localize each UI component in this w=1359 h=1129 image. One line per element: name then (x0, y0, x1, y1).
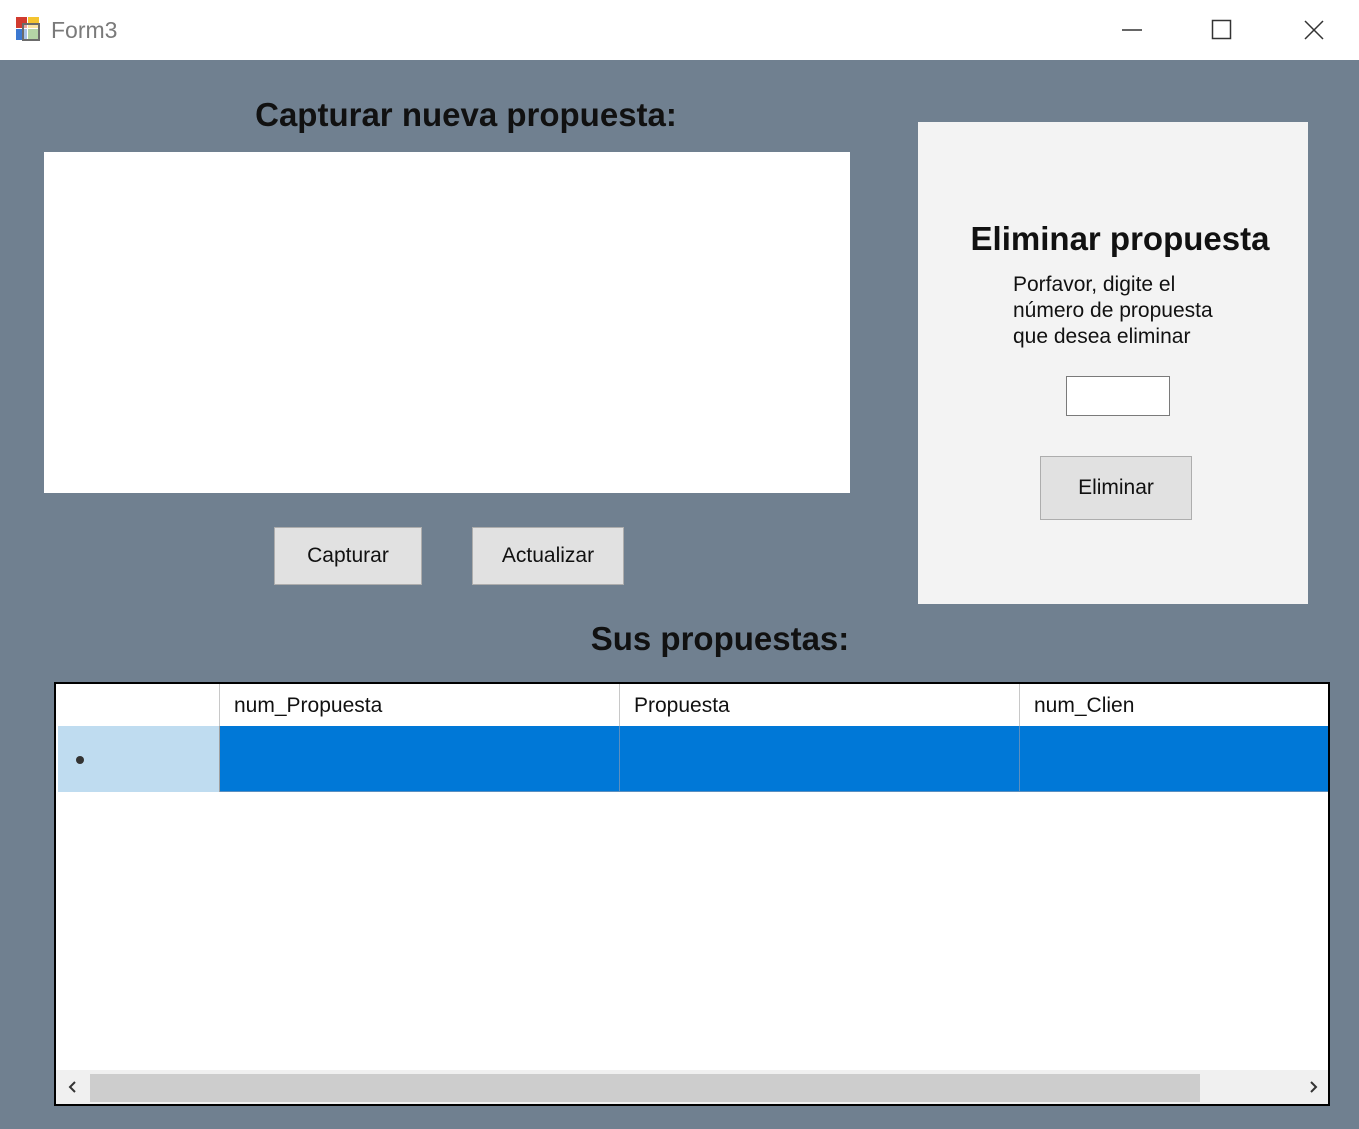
minimize-icon (1122, 29, 1142, 31)
delete-description-line: número de propuesta (1013, 299, 1213, 322)
delete-button[interactable]: Eliminar (1040, 456, 1192, 520)
proposals-heading: Sus propuestas: (590, 620, 850, 657)
maximize-button[interactable] (1177, 0, 1267, 60)
chevron-right-icon (1310, 1081, 1318, 1093)
grid-corner-header[interactable] (56, 684, 220, 726)
proposal-textbox[interactable] (44, 152, 850, 493)
new-row-indicator-icon (76, 756, 84, 764)
proposal-number-input[interactable] (1066, 376, 1170, 416)
horizontal-scrollbar[interactable] (56, 1070, 1328, 1104)
form-app-icon[interactable] (16, 17, 42, 43)
delete-description: Porfavor, digite el número de propuesta … (1013, 272, 1253, 350)
close-button[interactable] (1269, 0, 1359, 60)
capture-heading: Capturar nueva propuesta: (255, 96, 677, 133)
minimize-button[interactable] (1087, 0, 1177, 60)
maximize-icon (1211, 19, 1232, 40)
proposals-grid[interactable]: num_Propuesta Propuesta num_Clien (54, 682, 1330, 1106)
grid-header-row: num_Propuesta Propuesta num_Clien (56, 684, 1328, 726)
row-header[interactable] (58, 726, 220, 792)
scrollbar-thumb[interactable] (90, 1074, 1200, 1102)
delete-description-line: que desea eliminar (1013, 325, 1191, 348)
close-icon (1304, 20, 1324, 40)
delete-heading: Eliminar propuesta (970, 220, 1270, 257)
table-cell[interactable] (1020, 726, 1328, 792)
update-button[interactable]: Actualizar (472, 527, 624, 585)
chevron-left-icon (68, 1081, 76, 1093)
delete-description-line: Porfavor, digite el (1013, 273, 1176, 296)
title-bar: Form3 (0, 0, 1359, 60)
scroll-left-button[interactable] (56, 1070, 90, 1104)
capture-button[interactable]: Capturar (274, 527, 422, 585)
table-cell[interactable] (220, 726, 620, 792)
window-title: Form3 (51, 17, 118, 43)
column-header-num-propuesta[interactable]: num_Propuesta (220, 684, 620, 726)
scroll-right-button[interactable] (1296, 1070, 1328, 1104)
column-header-num-clien[interactable]: num_Clien (1020, 684, 1328, 726)
table-cell[interactable] (620, 726, 1020, 792)
column-header-propuesta[interactable]: Propuesta (620, 684, 1020, 726)
table-row[interactable] (56, 726, 1328, 792)
delete-panel: Eliminar propuesta Porfavor, digite el n… (918, 122, 1308, 604)
